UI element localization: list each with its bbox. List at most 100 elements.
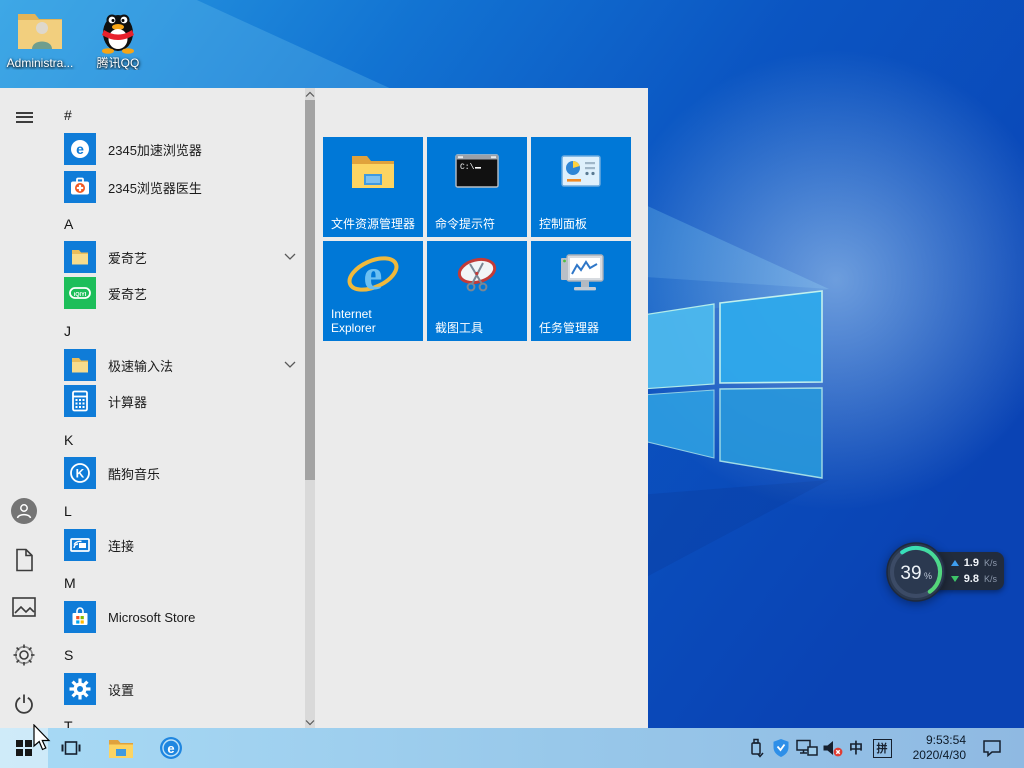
file-explorer-icon	[109, 739, 133, 758]
net-usage-dial: 39 %	[886, 542, 946, 602]
clock-date: 2020/4/30	[912, 748, 966, 762]
section-header: S	[64, 647, 74, 663]
tile-file-explorer[interactable]: 文件资源管理器	[323, 137, 423, 237]
taskbar: e 中 拼 9:53:54 2020/4/30	[0, 728, 1024, 768]
net-usage-percent: 39	[900, 563, 921, 584]
app-item-kugou[interactable]: K 酷狗音乐	[64, 455, 302, 491]
mouse-cursor	[33, 724, 51, 751]
security-shield-icon[interactable]	[769, 728, 793, 768]
svg-text:C:\: C:\	[460, 163, 475, 172]
windows-desktop: Administra... 腾讯QQ # e 2345加速浏览器 2345浏览器…	[0, 0, 1024, 768]
volume-muted-icon[interactable]	[820, 728, 846, 768]
download-arrow-icon	[950, 576, 959, 583]
2345-doctor-icon	[64, 171, 96, 203]
windows-start-icon	[16, 740, 32, 756]
tile-label: 截图工具	[435, 321, 484, 335]
app-folder-iqiyi[interactable]: 爱奇艺	[64, 239, 302, 275]
taskbar-file-explorer-button[interactable]	[100, 728, 142, 768]
section-header: K	[64, 432, 74, 448]
folder-icon	[64, 349, 96, 381]
action-center-button[interactable]	[976, 728, 1008, 768]
tile-label: 命令提示符	[435, 217, 496, 231]
tile-command-prompt[interactable]: C:\ 命令提示符	[427, 137, 527, 237]
app-label: 2345浏览器医生	[108, 180, 202, 196]
chevron-down-icon[interactable]	[284, 361, 296, 369]
scrollbar-thumb[interactable]	[305, 100, 315, 480]
chevron-down-icon[interactable]	[284, 253, 296, 261]
app-item-2345-doctor[interactable]: 2345浏览器医生	[64, 169, 302, 205]
taskbar-clock[interactable]: 9:53:54 2020/4/30	[894, 733, 966, 763]
calculator-icon	[64, 385, 96, 417]
power-icon[interactable]	[0, 680, 48, 728]
app-item-connect[interactable]: 连接	[64, 527, 302, 563]
desktop-icon-label: 腾讯QQ	[96, 56, 140, 70]
app-label: 计算器	[108, 394, 148, 410]
iqiyi-icon: iQIYI	[64, 277, 96, 309]
store-icon	[64, 601, 96, 633]
app-label: 2345加速浏览器	[108, 142, 202, 158]
ime-zh-label: 中	[849, 740, 863, 756]
taskbar-2345-browser-button[interactable]: e	[150, 728, 192, 768]
2345-browser-icon: e	[160, 737, 182, 759]
net-usage-percent-sign: %	[924, 571, 932, 581]
ime-language-indicator[interactable]: 中	[845, 728, 867, 768]
snipping-tool-icon	[452, 254, 502, 296]
ime-pinyin-indicator[interactable]: 拼	[870, 728, 894, 768]
upload-arrow-icon	[950, 559, 959, 566]
net-speed-widget[interactable]: 1.9 K/s 9.8 K/s 39 %	[884, 540, 1010, 604]
ime-pinyin-label: 拼	[872, 738, 892, 758]
svg-text:e: e	[76, 141, 84, 157]
folder-icon	[64, 241, 96, 273]
usb-device-icon[interactable]	[744, 728, 768, 768]
desktop-icon-administrator[interactable]: Administra...	[2, 6, 78, 70]
svg-text:e: e	[167, 741, 174, 756]
upload-speed-unit: K/s	[983, 557, 997, 568]
tile-label: 任务管理器	[539, 321, 600, 335]
tile-label: 文件资源管理器	[331, 217, 416, 231]
tile-label: 控制面板	[539, 217, 588, 231]
section-header: L	[64, 503, 72, 519]
desktop-icon-qq[interactable]: 腾讯QQ	[80, 6, 156, 70]
app-label: Microsoft Store	[108, 609, 196, 625]
task-manager-icon	[557, 254, 605, 296]
user-folder-icon	[18, 14, 62, 49]
app-item-iqiyi[interactable]: iQIYI 爱奇艺	[64, 275, 302, 311]
scroll-down-icon[interactable]	[304, 717, 316, 727]
section-header: #	[64, 107, 72, 123]
app-item-2345-browser[interactable]: e 2345加速浏览器	[64, 131, 302, 167]
pictures-icon[interactable]	[0, 583, 48, 631]
kugou-icon: K	[64, 457, 96, 489]
tile-internet-explorer[interactable]: e Internet Explorer	[323, 241, 423, 341]
section-header: J	[64, 323, 71, 339]
app-label: 极速输入法	[108, 358, 174, 374]
action-center-icon	[983, 740, 1001, 757]
clock-time: 9:53:54	[925, 733, 966, 747]
task-view-button[interactable]	[52, 728, 90, 768]
tile-snipping-tool[interactable]: 截图工具	[427, 241, 527, 341]
hamburger-menu-icon[interactable]	[0, 93, 48, 141]
command-prompt-icon: C:\	[455, 154, 499, 188]
scroll-up-icon[interactable]	[304, 89, 316, 99]
app-label: 爱奇艺	[108, 250, 148, 266]
tile-task-manager[interactable]: 任务管理器	[531, 241, 631, 341]
app-folder-jisu-ime[interactable]: 极速输入法	[64, 347, 302, 383]
upload-speed-value: 1.9	[963, 556, 979, 569]
app-item-calculator[interactable]: 计算器	[64, 383, 302, 419]
connect-icon	[64, 529, 96, 561]
tile-label: Internet Explorer	[331, 307, 376, 335]
download-speed-value: 9.8	[963, 573, 979, 586]
control-panel-icon	[561, 155, 601, 187]
documents-icon[interactable]	[0, 536, 48, 584]
download-speed-unit: K/s	[983, 574, 997, 585]
app-item-settings[interactable]: 设置	[64, 671, 302, 707]
tile-control-panel[interactable]: 控制面板	[531, 137, 631, 237]
settings-gear-icon[interactable]	[0, 631, 48, 679]
qq-penguin-icon	[102, 14, 134, 54]
app-label: 爱奇艺	[108, 286, 148, 302]
file-explorer-icon	[350, 152, 396, 190]
user-avatar-icon[interactable]	[0, 487, 48, 535]
section-header: A	[64, 216, 74, 232]
task-view-icon	[61, 741, 81, 755]
app-item-microsoft-store[interactable]: Microsoft Store	[64, 599, 302, 635]
network-icon[interactable]	[794, 728, 820, 768]
